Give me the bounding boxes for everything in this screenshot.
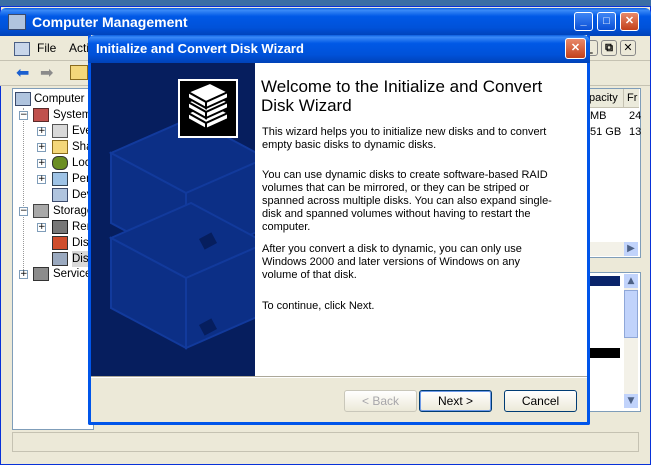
scroll-right-arrow[interactable]: ▶: [624, 242, 638, 256]
continue-paragraph: To continue, click Next.: [262, 300, 375, 312]
removable-storage-icon: [52, 220, 68, 234]
button-divider: [91, 376, 587, 378]
unallocated-bar: [590, 276, 620, 286]
computer-icon: [15, 92, 31, 106]
cancel-button[interactable]: Cancel: [504, 390, 577, 412]
cell-free: 24: [629, 110, 642, 122]
collapse-toggle[interactable]: −: [19, 111, 28, 120]
intro-paragraph: This wizard helps you to initialize new …: [262, 126, 547, 151]
performance-icon: [52, 172, 68, 186]
status-bar: [12, 432, 639, 452]
wizard-close-button[interactable]: ✕: [565, 38, 586, 59]
disk-management-icon: [52, 252, 68, 266]
expand-toggle[interactable]: +: [37, 159, 46, 168]
services-icon: [33, 267, 49, 281]
main-window-title: Computer Management: [32, 14, 188, 30]
close-button[interactable]: ✕: [620, 12, 639, 31]
computer-icon: [8, 14, 26, 30]
defragmenter-icon: [52, 236, 68, 250]
maximize-button[interactable]: □: [597, 12, 616, 31]
cell-capacity: 51 GB: [590, 126, 622, 138]
shared-folder-icon: [52, 140, 68, 154]
back-arrow-icon[interactable]: ⬅: [16, 63, 29, 82]
expand-toggle[interactable]: +: [19, 270, 28, 279]
menu-action[interactable]: Acti: [69, 41, 89, 55]
table-row[interactable]: 51 GB 13: [588, 126, 642, 140]
tools-icon: [33, 108, 49, 122]
tree-lines: [23, 108, 24, 274]
forward-arrow-icon[interactable]: ➡: [40, 63, 53, 82]
scroll-thumb[interactable]: [624, 290, 638, 338]
wizard-title: Initialize and Convert Disk Wizard: [96, 41, 304, 56]
minimize-button[interactable]: _: [574, 12, 593, 31]
expand-toggle[interactable]: +: [37, 127, 46, 136]
next-button[interactable]: Next >: [419, 390, 492, 412]
users-icon: [52, 156, 68, 170]
wizard-heading: Welcome to the Initialize and Convert Di…: [261, 77, 543, 115]
storage-icon: [33, 204, 49, 218]
disk-bar: [590, 348, 620, 358]
cell-capacity: MB: [590, 110, 607, 122]
up-folder-icon[interactable]: [70, 65, 88, 80]
scroll-down-arrow[interactable]: ▼: [624, 394, 638, 408]
wizard-title-bar[interactable]: Initialize and Convert Disk Wizard ✕: [88, 35, 590, 63]
back-button[interactable]: < Back: [344, 390, 417, 412]
main-title-bar[interactable]: Computer Management _ □ ✕: [0, 8, 651, 36]
expand-toggle[interactable]: +: [37, 175, 46, 184]
mdi-restore-button[interactable]: ⧉: [601, 40, 617, 56]
expand-toggle[interactable]: +: [37, 223, 46, 232]
mdi-close-button[interactable]: ✕: [620, 40, 636, 56]
header-label: Fr: [627, 92, 638, 104]
event-viewer-icon: [52, 124, 68, 138]
device-manager-icon: [52, 188, 68, 202]
cell-free: 13: [629, 126, 642, 138]
tree-label: Service: [53, 268, 92, 280]
table-row[interactable]: MB 24: [588, 110, 642, 124]
tree-label: Computer N: [34, 93, 96, 105]
menu-file[interactable]: File: [37, 41, 56, 55]
compatibility-paragraph: After you convert a disk to dynamic, you…: [262, 243, 522, 281]
expand-toggle[interactable]: +: [37, 143, 46, 152]
column-header-free[interactable]: Fr: [624, 89, 639, 108]
document-icon: [14, 42, 30, 56]
scroll-up-arrow[interactable]: ▲: [624, 274, 638, 288]
collapse-toggle[interactable]: −: [19, 207, 28, 216]
header-label: pacity: [589, 92, 618, 104]
column-header-capacity[interactable]: pacity: [587, 89, 624, 108]
disk-stack-icon: [178, 79, 238, 138]
tree-label: System: [53, 109, 92, 121]
raid-paragraph: You can use dynamic disks to create soft…: [262, 169, 552, 233]
